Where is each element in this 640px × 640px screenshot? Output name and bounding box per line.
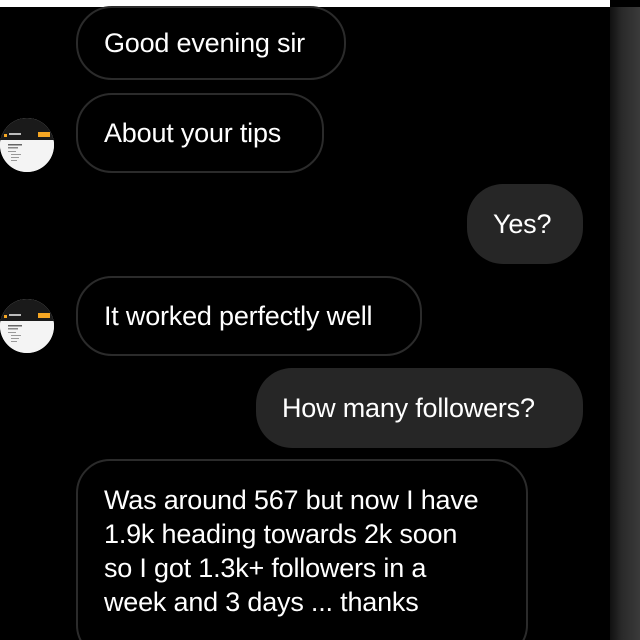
message-bubble-incoming[interactable]: Was around 567 but now I have 1.9k headi… [76,459,528,640]
message-bubble-incoming[interactable]: Good evening sir [76,6,346,80]
message-bubble-outgoing[interactable]: How many followers? [256,368,583,448]
message-bubble-incoming[interactable]: It worked perfectly well [76,276,422,356]
contact-avatar[interactable] [0,118,54,172]
message-line: week and 3 days ... thanks [104,587,419,617]
message-text: It worked perfectly well [104,301,373,331]
message-line: Was around 567 but now I have [104,485,479,515]
contact-avatar-icon [0,118,54,172]
message-bubble-incoming[interactable]: About your tips [76,93,324,173]
message-line: 1.9k heading towards 2k soon [104,519,458,549]
chat-screen: Good evening sir About your tips Yes? It… [0,0,640,640]
contact-avatar[interactable] [0,299,54,353]
message-bubble-outgoing[interactable]: Yes? [467,184,583,264]
message-text: How many followers? [282,393,535,423]
right-edge-strip [610,7,640,640]
message-text: About your tips [104,118,282,148]
message-text: Good evening sir [104,28,305,58]
message-line: so I got 1.3k+ followers in a [104,553,427,583]
message-text: Yes? [493,209,552,239]
contact-avatar-icon [0,299,54,353]
